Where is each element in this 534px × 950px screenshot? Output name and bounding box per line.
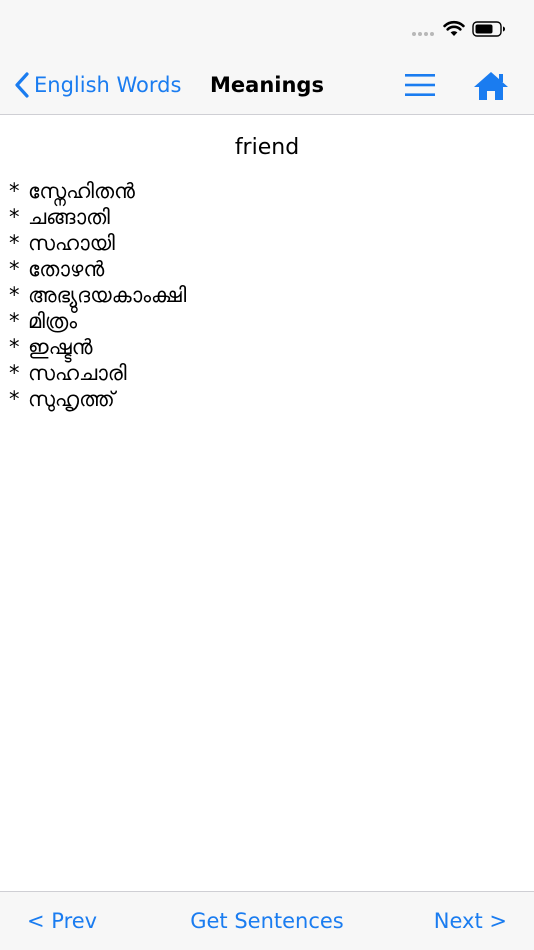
- bullet: *: [9, 231, 20, 255]
- meaning-item: * ഇഷ്ടൻ: [9, 334, 186, 360]
- meaning-item: * സഹചാരി: [9, 360, 186, 386]
- meaning-text: സ്നേഹിതൻ: [28, 179, 135, 203]
- meaning-text: മിത്രം: [28, 309, 78, 333]
- meaning-text: അഭ്യുദയകാംക്ഷി: [28, 283, 187, 307]
- bullet: *: [9, 205, 20, 229]
- meaning-item: * അഭ്യുദയകാംക്ഷി: [9, 282, 186, 308]
- meaning-text: തോഴൻ: [28, 257, 105, 281]
- back-button[interactable]: English Words: [14, 70, 181, 100]
- home-icon[interactable]: [472, 70, 510, 102]
- meaning-item: * തോഴൻ: [9, 256, 186, 282]
- back-button-label: English Words: [34, 73, 182, 97]
- meaning-item: * സഹായി: [9, 230, 186, 256]
- bottom-toolbar: < Prev Get Sentences Next >: [0, 891, 534, 950]
- bullet: *: [9, 309, 20, 333]
- meanings-content: friend * സ്നേഹിതൻ * ചങ്ങാതി * സഹായി * തോഴൻ *…: [0, 115, 534, 891]
- next-button[interactable]: Next >: [434, 907, 507, 935]
- meaning-item: * ചങ്ങാതി: [9, 204, 186, 230]
- word-title: friend: [234, 135, 300, 160]
- bullet: *: [9, 335, 20, 359]
- meaning-item: * സ്നേഹിതൻ: [9, 178, 186, 204]
- meaning-text: ഇഷ്ടൻ: [28, 335, 93, 359]
- bullet: *: [9, 283, 20, 307]
- bullet: *: [9, 257, 20, 281]
- meanings-list: * സ്നേഹിതൻ * ചങ്ങാതി * സഹായി * തോഴൻ * അഭ്യുദയ…: [9, 178, 186, 412]
- meaning-text: സഹായി: [28, 231, 115, 255]
- navigation-bar: English Words Meanings: [0, 56, 534, 115]
- bullet: *: [9, 361, 20, 385]
- meaning-text: സഹചാരി: [28, 361, 127, 385]
- meaning-text: സുഹൃത്ത്: [28, 387, 115, 411]
- meaning-item: * മിത്രം: [9, 308, 186, 334]
- status-bar: [0, 0, 534, 56]
- wifi-icon: [443, 21, 465, 36]
- bullet: *: [9, 179, 20, 203]
- hamburger-menu-icon[interactable]: [400, 72, 440, 98]
- chevron-left-icon: [15, 72, 29, 98]
- cellular-signal-icon: [412, 32, 434, 36]
- meaning-item: * സുഹൃത്ത്: [9, 386, 186, 412]
- battery-icon: [472, 21, 505, 37]
- meaning-text: ചങ്ങാതി: [28, 205, 110, 229]
- bullet: *: [9, 387, 20, 411]
